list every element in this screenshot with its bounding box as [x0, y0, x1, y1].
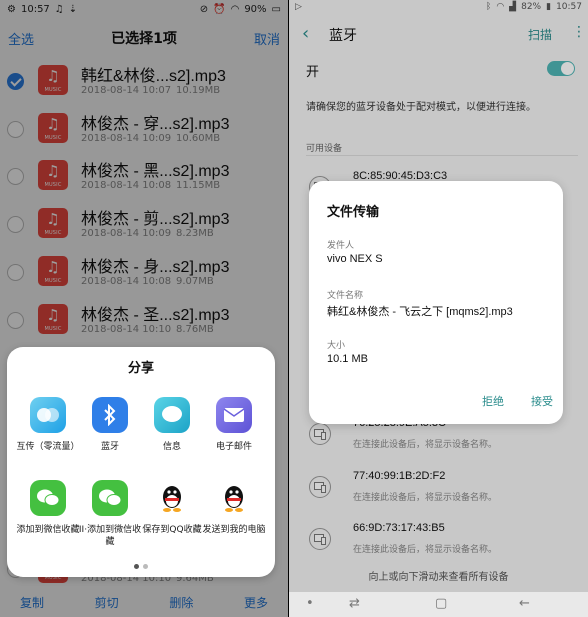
- share-label: II·添加到微信收藏: [78, 525, 142, 547]
- recents-icon[interactable]: ⇄: [349, 596, 360, 611]
- share-label: 互传（零流量）: [16, 442, 80, 452]
- qq-icon: [154, 480, 190, 516]
- share-wechat-clone-favorite[interactable]: II·添加到微信收藏: [78, 480, 142, 548]
- share-send-to-pc[interactable]: 发送到我的电脑: [202, 480, 266, 536]
- accept-button[interactable]: 接受: [531, 393, 553, 409]
- share-label: 电子邮件: [215, 442, 252, 452]
- qq-icon: [216, 480, 252, 516]
- share-mutual-transfer[interactable]: 互传（零流量）: [16, 397, 80, 453]
- filename-value: 韩红&林俊杰 - 飞云之下 [mqms2].mp3: [327, 306, 513, 318]
- bluetooth-settings-panel: ▷ ᛒ ◠ ▟ 82% ▮ 10:57 ‹ 蓝牙 扫描 ⋮ 开 请确保您的蓝牙设…: [289, 0, 588, 617]
- filename-label: 文件名称: [327, 291, 364, 301]
- share-label: 信息: [162, 442, 181, 452]
- size-value: 10.1 MB: [327, 353, 368, 365]
- nav-dot-icon[interactable]: •: [306, 596, 314, 611]
- reject-button[interactable]: 拒绝: [482, 393, 504, 409]
- page-dot-active: [134, 564, 139, 569]
- mutual-transfer-icon: [30, 397, 66, 433]
- share-bluetooth[interactable]: 蓝牙: [78, 397, 142, 453]
- share-label: 蓝牙: [100, 442, 119, 452]
- share-sheet: 分享 互传（零流量） 蓝牙 信息 电子邮件 添加到微信收藏 II·添加到微信收藏…: [7, 347, 275, 577]
- wechat-clone-icon: [92, 480, 128, 516]
- share-email[interactable]: 电子邮件: [202, 397, 266, 453]
- size-label: 大小: [327, 341, 346, 351]
- sender-value: vivo NEX S: [327, 253, 383, 265]
- navigation-bar: • ⇄ ▢ ←: [289, 592, 588, 617]
- bluetooth-icon: [92, 397, 128, 433]
- share-label: 添加到微信收藏: [16, 525, 80, 535]
- share-wechat-favorite[interactable]: 添加到微信收藏: [16, 480, 80, 536]
- share-title: 分享: [127, 361, 154, 376]
- share-qq-favorite[interactable]: 保存到QQ收藏: [140, 480, 204, 536]
- file-manager-panel: ⚙ 10:57 ♫ ⇣ ⊘ ⏰ ◠ 90% ▭ 全选 已选择1项 取消 ♫ MUS…: [0, 0, 288, 617]
- dialog-title: 文件传输: [327, 205, 380, 220]
- home-icon[interactable]: ▢: [435, 596, 447, 611]
- share-label: 保存到QQ收藏: [142, 525, 202, 535]
- share-message[interactable]: 信息: [140, 397, 204, 453]
- email-icon: [216, 397, 252, 433]
- back-nav-icon[interactable]: ←: [519, 596, 530, 611]
- page-dot: [143, 564, 148, 569]
- sender-label: 发件人: [327, 241, 355, 251]
- file-transfer-dialog: 文件传输 发件人 vivo NEX S 文件名称 韩红&林俊杰 - 飞云之下 […: [309, 181, 563, 424]
- wechat-icon: [30, 480, 66, 516]
- message-icon: [154, 397, 190, 433]
- share-label: 发送到我的电脑: [202, 525, 266, 535]
- page-indicator: [7, 554, 275, 573]
